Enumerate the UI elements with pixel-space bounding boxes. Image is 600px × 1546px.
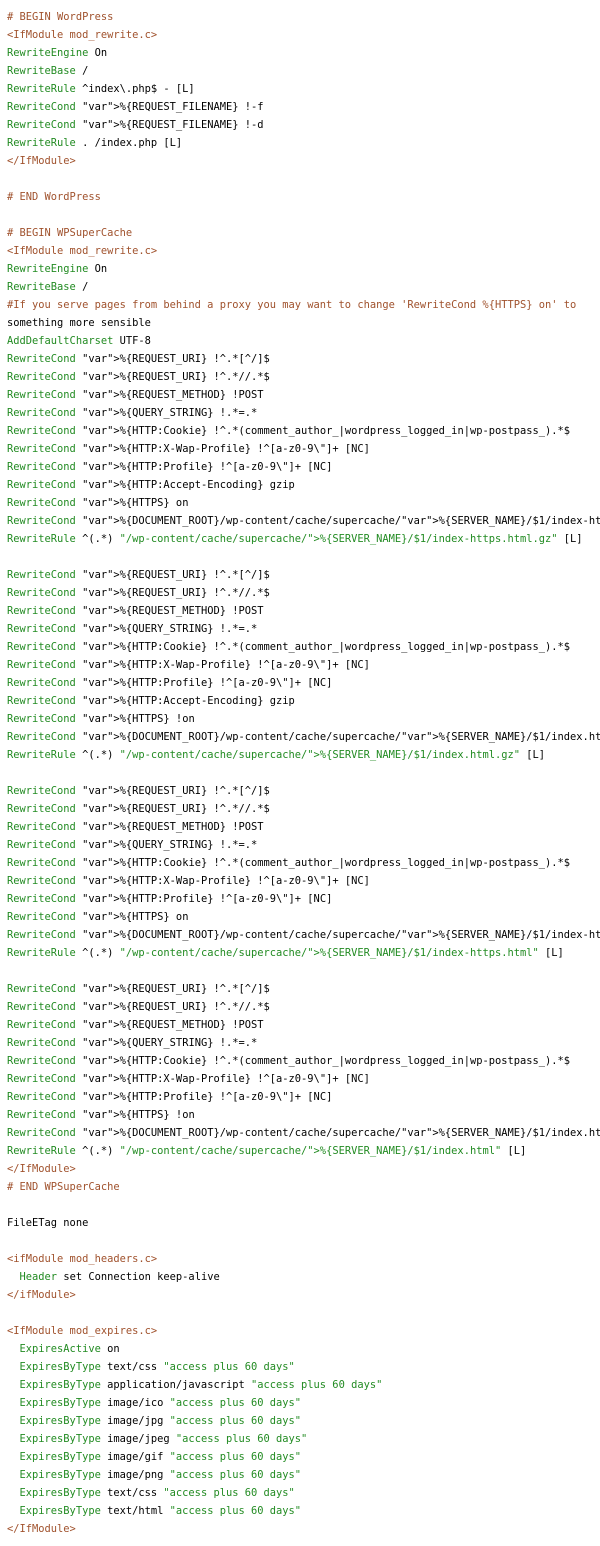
code-line: RewriteCond "var">%{HTTP:Cookie} !^.*(co…: [7, 1055, 571, 1067]
code-line: RewriteCond "var">%{QUERY_STRING} !.*=.*: [7, 623, 258, 635]
code-line: <IfModule mod_expires.c>: [7, 1325, 158, 1337]
code-line: RewriteCond "var">%{HTTP:Profile} !^[a-z…: [7, 893, 333, 905]
code-line: ExpiresByType image/jpeg "access plus 60…: [19, 1433, 308, 1445]
code-listing: # BEGIN WordPress <IfModule mod_rewrite.c…: [0, 0, 600, 1538]
code-line: ExpiresByType image/gif "access plus 60 …: [19, 1451, 302, 1463]
code-line: RewriteCond "var">%{HTTP:X-Wap-Profile} …: [7, 659, 370, 671]
code-line: RewriteCond "var">%{HTTPS} on: [7, 911, 189, 923]
code-line: RewriteCond "var">%{REQUEST_METHOD} !POS…: [7, 1019, 264, 1031]
code-line: RewriteCond "var">%{REQUEST_URI} !^.*[^/…: [7, 569, 270, 581]
code-line: <IfModule mod_rewrite.c>: [7, 245, 158, 257]
code-line: FileETag none: [7, 1217, 89, 1229]
code-line: ExpiresActive on: [19, 1343, 120, 1355]
code-line: RewriteCond "var">%{DOCUMENT_ROOT}/wp-co…: [7, 515, 600, 527]
code-line: RewriteCond "var">%{DOCUMENT_ROOT}/wp-co…: [7, 1127, 600, 1139]
code-line: RewriteCond "var">%{REQUEST_METHOD} !POS…: [7, 389, 264, 401]
code-line: RewriteEngine On: [7, 47, 108, 59]
code-line: # BEGIN WPSuperCache: [7, 227, 133, 239]
code-line: RewriteCond "var">%{QUERY_STRING} !.*=.*: [7, 407, 258, 419]
code-line: RewriteCond "var">%{REQUEST_URI} !^.*//.…: [7, 371, 270, 383]
code-line: RewriteCond "var">%{QUERY_STRING} !.*=.*: [7, 1037, 258, 1049]
code-line: RewriteCond "var">%{REQUEST_METHOD} !POS…: [7, 605, 264, 617]
code-line: ExpiresByType text/css "access plus 60 d…: [19, 1361, 295, 1373]
code-line: RewriteCond "var">%{HTTP:Accept-Encoding…: [7, 695, 295, 707]
code-line: RewriteCond "var">%{DOCUMENT_ROOT}/wp-co…: [7, 731, 600, 743]
code-line: Header set Connection keep-alive: [19, 1271, 220, 1283]
code-line: RewriteCond "var">%{REQUEST_URI} !^.*//.…: [7, 803, 270, 815]
code-line: </IfModule>: [7, 1163, 76, 1175]
code-line: RewriteCond "var">%{HTTP:Profile} !^[a-z…: [7, 1091, 333, 1103]
code-line: RewriteCond "var">%{HTTP:X-Wap-Profile} …: [7, 443, 370, 455]
code-line: RewriteBase /: [7, 65, 89, 77]
code-line: RewriteCond "var">%{REQUEST_URI} !^.*//.…: [7, 587, 270, 599]
code-line: RewriteCond "var">%{HTTP:Cookie} !^.*(co…: [7, 425, 571, 437]
code-line: RewriteBase /: [7, 281, 89, 293]
code-line: RewriteCond "var">%{HTTP:Profile} !^[a-z…: [7, 677, 333, 689]
code-line: AddDefaultCharset UTF-8: [7, 335, 151, 347]
code-line: RewriteCond "var">%{REQUEST_URI} !^.*//.…: [7, 1001, 270, 1013]
code-line: RewriteRule ^index\.php$ - [L]: [7, 83, 195, 95]
code-line: RewriteRule ^(.*) "/wp-content/cache/sup…: [7, 947, 564, 959]
code-line: # BEGIN WordPress: [7, 11, 114, 23]
code-line: </IfModule>: [7, 155, 76, 167]
code-line: ExpiresByType image/ico "access plus 60 …: [19, 1397, 302, 1409]
code-line: RewriteRule ^(.*) "/wp-content/cache/sup…: [7, 749, 546, 761]
code-line: </ifModule>: [7, 1289, 76, 1301]
code-line: RewriteRule ^(.*) "/wp-content/cache/sup…: [7, 533, 583, 545]
code-line: RewriteCond "var">%{HTTPS} on: [7, 497, 189, 509]
code-line: <IfModule mod_rewrite.c>: [7, 29, 158, 41]
code-line: RewriteRule ^(.*) "/wp-content/cache/sup…: [7, 1145, 527, 1157]
code-line: RewriteCond "var">%{REQUEST_URI} !^.*[^/…: [7, 353, 270, 365]
code-line: RewriteCond "var">%{HTTP:X-Wap-Profile} …: [7, 875, 370, 887]
code-line: RewriteCond "var">%{HTTP:Profile} !^[a-z…: [7, 461, 333, 473]
code-line: # END WPSuperCache: [7, 1181, 120, 1193]
code-line: </IfModule>: [7, 1523, 76, 1535]
code-line: ExpiresByType application/javascript "ac…: [19, 1379, 383, 1391]
code-line: RewriteCond "var">%{HTTP:X-Wap-Profile} …: [7, 1073, 370, 1085]
code-line: ExpiresByType text/css "access plus 60 d…: [19, 1487, 295, 1499]
code-line: RewriteCond "var">%{HTTP:Cookie} !^.*(co…: [7, 641, 571, 653]
code-line: RewriteCond "var">%{HTTP:Cookie} !^.*(co…: [7, 857, 571, 869]
code-line: RewriteCond "var">%{QUERY_STRING} !.*=.*: [7, 839, 258, 851]
code-line: RewriteCond "var">%{REQUEST_URI} !^.*[^/…: [7, 785, 270, 797]
code-line: RewriteCond "var">%{REQUEST_FILENAME} !-…: [7, 119, 264, 131]
code-line: RewriteCond "var">%{HTTP:Accept-Encoding…: [7, 479, 295, 491]
code-line: #If you serve pages from behind a proxy …: [7, 299, 577, 311]
code-line: RewriteRule . /index.php [L]: [7, 137, 183, 149]
code-line: ExpiresByType text/html "access plus 60 …: [19, 1505, 302, 1517]
code-line: something more sensible: [7, 317, 151, 329]
code-line: <ifModule mod_headers.c>: [7, 1253, 158, 1265]
code-line: RewriteCond "var">%{HTTPS} !on: [7, 713, 195, 725]
code-line: ExpiresByType image/png "access plus 60 …: [19, 1469, 302, 1481]
code-line: # END WordPress: [7, 191, 101, 203]
code-line: RewriteEngine On: [7, 263, 108, 275]
code-line: RewriteCond "var">%{REQUEST_METHOD} !POS…: [7, 821, 264, 833]
code-line: RewriteCond "var">%{HTTPS} !on: [7, 1109, 195, 1121]
code-line: ExpiresByType image/jpg "access plus 60 …: [19, 1415, 302, 1427]
code-line: RewriteCond "var">%{DOCUMENT_ROOT}/wp-co…: [7, 929, 600, 941]
code-line: RewriteCond "var">%{REQUEST_URI} !^.*[^/…: [7, 983, 270, 995]
code-line: RewriteCond "var">%{REQUEST_FILENAME} !-…: [7, 101, 264, 113]
